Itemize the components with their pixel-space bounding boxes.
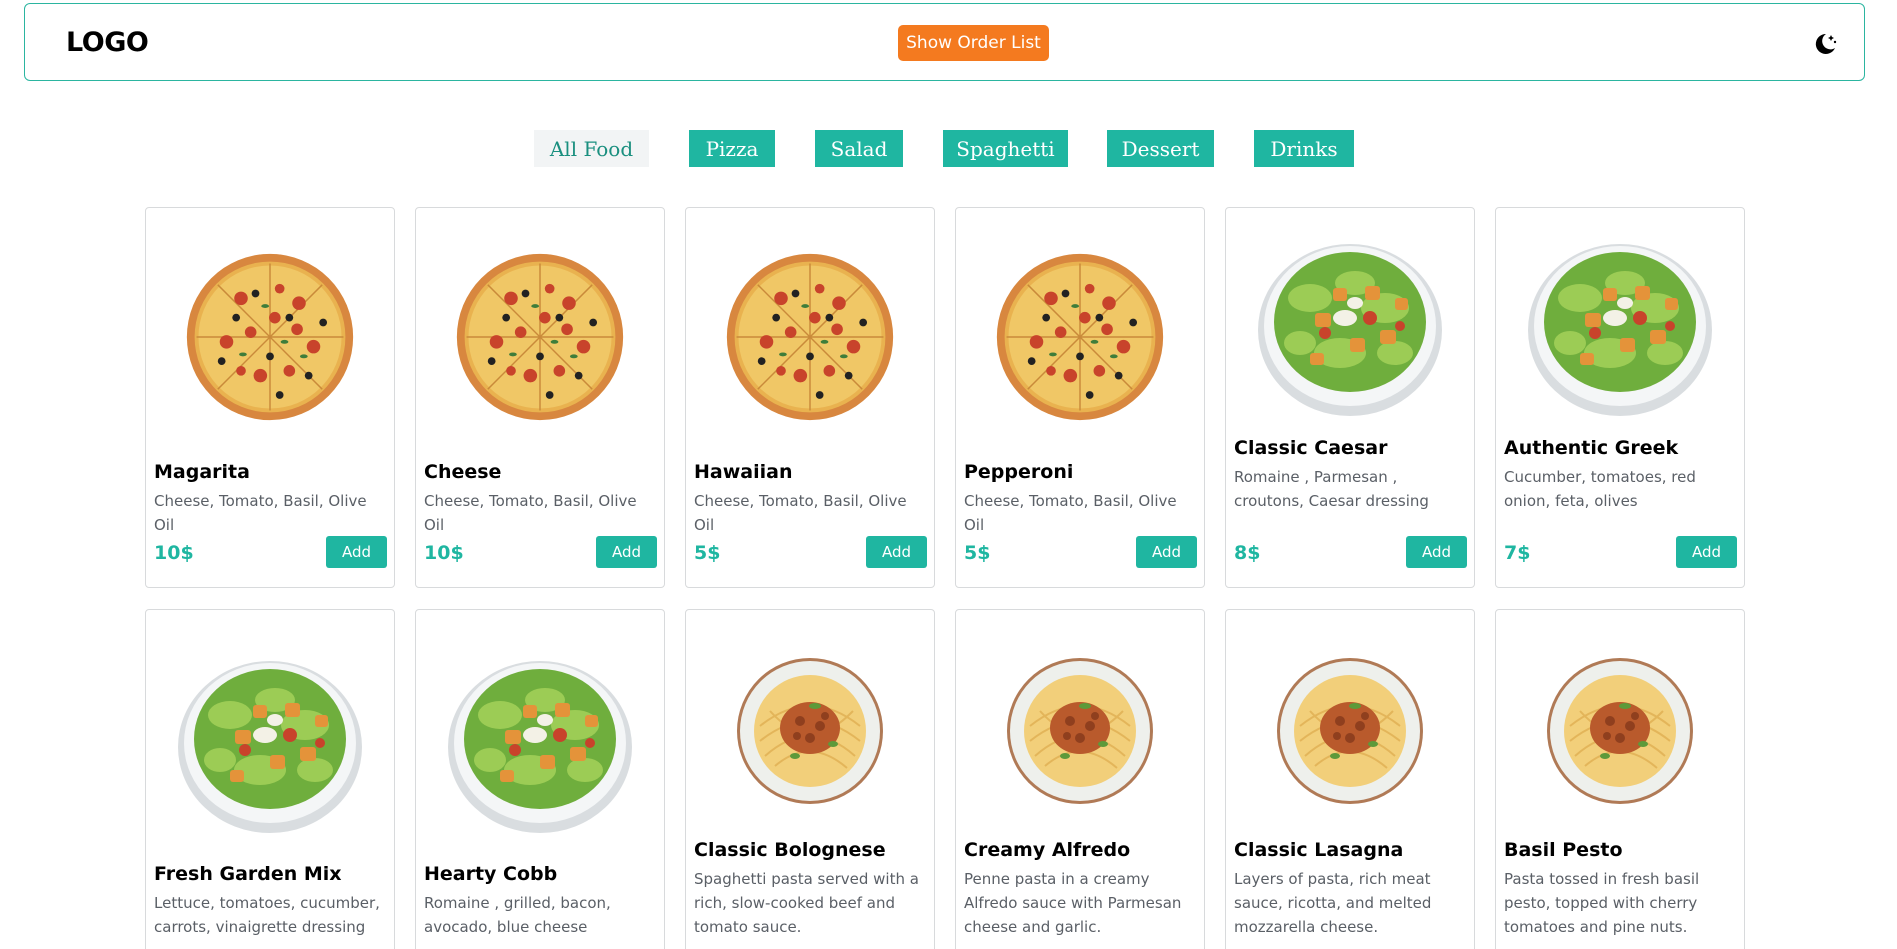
food-description: Romaine , Parmesan , croutons, Caesar dr… (1234, 468, 1429, 510)
food-card-pepperoni: Pepperoni Cheese, Tomato, Basil, Olive O… (955, 207, 1205, 588)
food-card-basil-pesto: Basil Pesto Pasta tossed in fresh basil … (1495, 609, 1745, 949)
moon-stars-icon[interactable] (1811, 30, 1839, 58)
food-name: Authentic Greek (1504, 437, 1679, 459)
food-price: 5$ (964, 542, 991, 564)
logo[interactable]: LOGO (66, 27, 149, 58)
food-description: Cheese, Tomato, Basil, Olive Oil (694, 492, 907, 534)
filter-spaghetti[interactable]: Spaghetti (943, 130, 1068, 167)
food-name: Cheese (424, 461, 502, 483)
salad-image (1226, 208, 1474, 438)
food-card-authentic-greek: Authentic Greek Cucumber, tomatoes, red … (1495, 207, 1745, 588)
add-button[interactable]: Add (866, 536, 927, 568)
filter-drinks[interactable]: Drinks (1254, 130, 1354, 167)
food-card-classic-lasagna: Classic Lasagna Layers of pasta, rich me… (1225, 609, 1475, 949)
filter-pizza[interactable]: Pizza (689, 130, 775, 167)
food-card-magarita: Magarita Cheese, Tomato, Basil, Olive Oi… (145, 207, 395, 588)
add-button[interactable]: Add (1136, 536, 1197, 568)
food-description: Lettuce, tomatoes, cucumber, carrots, vi… (154, 894, 380, 936)
add-button[interactable]: Add (326, 536, 387, 568)
food-card-classic-caesar: Classic Caesar Romaine , Parmesan , crou… (1225, 207, 1475, 588)
filter-dessert[interactable]: Dessert (1107, 130, 1214, 167)
food-name: Magarita (154, 461, 250, 483)
pasta-image (1496, 610, 1744, 840)
food-price: 7$ (1504, 542, 1531, 564)
food-price: 10$ (424, 542, 464, 564)
food-name: Hearty Cobb (424, 863, 558, 885)
filter-all-food[interactable]: All Food (534, 130, 649, 167)
food-description: Cheese, Tomato, Basil, Olive Oil (964, 492, 1177, 534)
pizza-image (416, 208, 664, 438)
food-name: Pepperoni (964, 461, 1074, 483)
food-card-classic-bolognese: Classic Bolognese Spaghetti pasta served… (685, 609, 935, 949)
food-description: Layers of pasta, rich meat sauce, ricott… (1234, 870, 1432, 936)
pizza-image (956, 208, 1204, 438)
food-price: 8$ (1234, 542, 1261, 564)
food-description: Cheese, Tomato, Basil, Olive Oil (154, 492, 367, 534)
food-card-creamy-alfredo: Creamy Alfredo Penne pasta in a creamy A… (955, 609, 1205, 949)
food-card-cheese: Cheese Cheese, Tomato, Basil, Olive Oil … (415, 207, 665, 588)
food-price: 10$ (154, 542, 194, 564)
food-name: Fresh Garden Mix (154, 863, 342, 885)
food-name: Basil Pesto (1504, 839, 1623, 861)
food-description: Spaghetti pasta served with a rich, slow… (694, 870, 919, 936)
food-name: Classic Lasagna (1234, 839, 1404, 861)
pasta-image (956, 610, 1204, 840)
pasta-image (686, 610, 934, 840)
salad-image (1496, 208, 1744, 438)
add-button[interactable]: Add (596, 536, 657, 568)
pasta-image (1226, 610, 1474, 840)
food-card-fresh-garden-mix: Fresh Garden Mix Lettuce, tomatoes, cucu… (145, 609, 395, 949)
pizza-image (686, 208, 934, 438)
add-button[interactable]: Add (1676, 536, 1737, 568)
food-card-hearty-cobb: Hearty Cobb Romaine , grilled, bacon, av… (415, 609, 665, 949)
food-description: Pasta tossed in fresh basil pesto, toppe… (1504, 870, 1700, 936)
food-price: 5$ (694, 542, 721, 564)
food-description: Penne pasta in a creamy Alfredo sauce wi… (964, 870, 1182, 936)
add-button[interactable]: Add (1406, 536, 1467, 568)
food-card-hawaiian: Hawaiian Cheese, Tomato, Basil, Olive Oi… (685, 207, 935, 588)
category-filter-bar: All Food Pizza Salad Spaghetti Dessert D… (0, 130, 1897, 167)
food-name: Creamy Alfredo (964, 839, 1131, 861)
salad-image (416, 610, 664, 840)
food-name: Classic Caesar (1234, 437, 1388, 459)
food-description: Cucumber, tomatoes, red onion, feta, oli… (1504, 468, 1696, 510)
salad-image (146, 610, 394, 840)
food-description: Romaine , grilled, bacon, avocado, blue … (424, 894, 611, 936)
show-order-list-button[interactable]: Show Order List (898, 25, 1049, 61)
food-name: Classic Bolognese (694, 839, 886, 861)
food-description: Cheese, Tomato, Basil, Olive Oil (424, 492, 637, 534)
food-name: Hawaiian (694, 461, 793, 483)
filter-salad[interactable]: Salad (815, 130, 903, 167)
pizza-image (146, 208, 394, 438)
top-navbar: LOGO Show Order List (24, 3, 1865, 81)
